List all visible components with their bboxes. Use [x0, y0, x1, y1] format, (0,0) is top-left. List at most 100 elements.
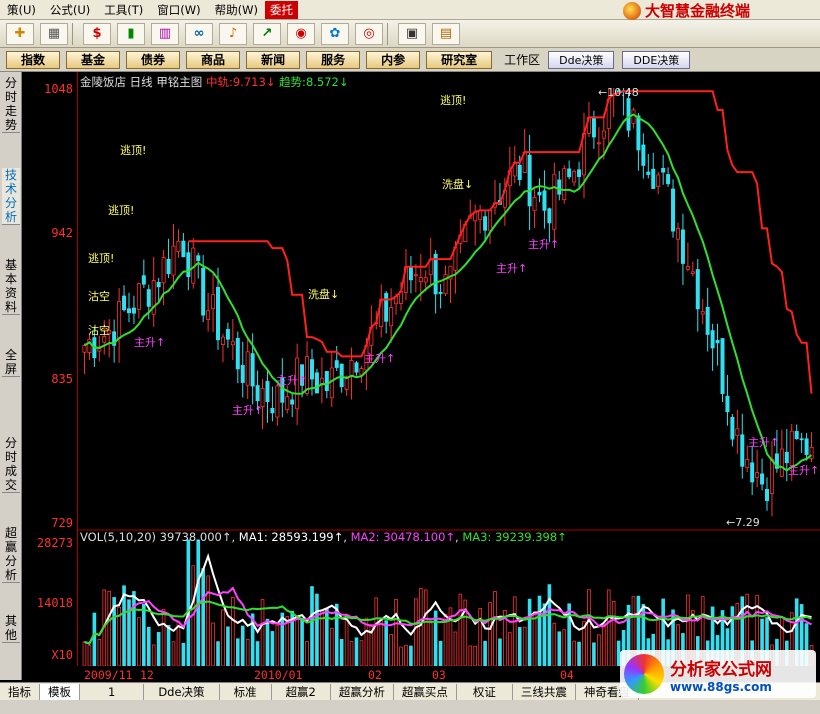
menu-window[interactable]: 窗口(W) [150, 2, 207, 18]
tab-three-line[interactable]: 三线共震 [513, 683, 576, 700]
volume-bar [320, 610, 324, 666]
tab-warrant[interactable]: 权证 [457, 683, 513, 700]
sidebar-tab-trades[interactable]: 分时成交 [2, 436, 20, 493]
tab-dde[interactable]: Dde决策 [144, 683, 220, 700]
sidebar-tab-other[interactable]: 其他 [2, 614, 20, 643]
volume-bar [409, 645, 413, 666]
bars-icon[interactable]: ▮ [117, 22, 145, 45]
menu-delegate[interactable]: 委托 [264, 0, 298, 19]
tab-standard[interactable]: 标准 [220, 683, 272, 700]
books-icon[interactable]: ▤ [432, 22, 460, 45]
window-icon[interactable]: ▣ [398, 22, 426, 45]
candle-body [220, 336, 225, 345]
binoculars-icon[interactable]: ∞ [185, 22, 213, 45]
sidebar-tab-technical[interactable]: 技术分析 [2, 168, 20, 225]
watermark-url: www.88gs.com [670, 679, 772, 694]
candle-body [265, 381, 270, 403]
stripe-icon[interactable]: ▥ [151, 22, 179, 45]
tab-indicator[interactable]: 指标 [0, 683, 40, 700]
candle-body [309, 359, 314, 380]
volume-bar [394, 599, 398, 666]
candle-body [82, 345, 87, 353]
volume-bar [374, 597, 379, 666]
volume-bar [339, 639, 344, 666]
menu-tools[interactable]: 工具(T) [97, 2, 150, 18]
tab-super2[interactable]: 超赢2 [272, 683, 331, 700]
candle-body [789, 430, 794, 466]
sidebar-tab-intraday[interactable]: 分时走势 [2, 76, 20, 133]
volume-bar [498, 638, 502, 666]
candle-body [483, 216, 488, 231]
volume-bar [240, 625, 245, 666]
puzzle-icon[interactable]: ✿ [321, 22, 349, 45]
main-rise-signal: 主升↑ [134, 336, 165, 349]
menu-formula[interactable]: 公式(U) [43, 2, 97, 18]
chart-icon[interactable]: ↗ [253, 22, 281, 45]
volume-bar [132, 591, 136, 666]
tab-super-analysis[interactable]: 超赢分析 [331, 683, 394, 700]
volume-bar [379, 617, 384, 666]
volume-bar [428, 622, 433, 666]
sidebar-tab-fullscreen[interactable]: 全屏 [2, 348, 20, 377]
candle-body [769, 458, 774, 494]
volume-bar [384, 620, 388, 666]
tab-1[interactable]: 1 [80, 683, 145, 700]
sidebar-tab-fundamental[interactable]: 基本资料 [2, 258, 20, 315]
volume-bar [235, 638, 240, 666]
volume-bar [344, 615, 349, 666]
tab-template[interactable]: 模板 [40, 683, 80, 700]
flower-logo-icon [624, 654, 664, 694]
y-axis: 1048 942 835 729 28273 14018 X10 [22, 72, 78, 668]
menu-help[interactable]: 帮助(W) [208, 2, 265, 18]
nav-service[interactable]: 服务 [306, 50, 361, 69]
escape-signal: 逃顶! [88, 252, 114, 265]
candle-body [784, 452, 789, 464]
volume-bar [295, 615, 299, 666]
brand-logo-icon [622, 1, 641, 20]
volume-bar [300, 617, 304, 666]
volume-bar [146, 626, 151, 666]
menu-bar: 策(U) 公式(U) 工具(T) 窗口(W) 帮助(W) 委托 大智慧金融终端 [0, 0, 820, 20]
tab-super-buy[interactable]: 超赢买点 [394, 683, 457, 700]
sidebar-tab-super[interactable]: 超赢分析 [2, 526, 20, 583]
candlestick-chart[interactable]: ←10.48←7.29逃顶!逃顶!逃顶!逃顶!沽空沽空洗盘↓洗盘↓主升↑主升↑主… [78, 72, 820, 666]
volume-bar [562, 629, 567, 666]
candle-body [779, 448, 784, 477]
nav-commodity[interactable]: 商品 [186, 50, 241, 69]
target-icon[interactable]: ◎ [355, 22, 383, 45]
candle-body [176, 240, 181, 253]
volume-bar [483, 640, 487, 666]
workspace-label[interactable]: 工作区 [504, 51, 540, 68]
candle-body [275, 385, 280, 418]
volume-bar [438, 640, 443, 666]
disk-icon[interactable]: ◉ [287, 22, 315, 45]
grid-icon[interactable]: ▦ [40, 22, 68, 45]
candle-body [384, 293, 389, 322]
empty-signal: 沽空 [88, 323, 110, 337]
nav-index[interactable]: 指数 [6, 50, 61, 69]
volume-bar [418, 588, 423, 666]
plus-icon[interactable]: ✚ [6, 22, 34, 45]
menu-strategy[interactable]: 策(U) [0, 2, 43, 18]
volume-bar [468, 645, 473, 666]
dollar-icon[interactable]: $ [83, 22, 111, 45]
empty-signal: 沽空 [88, 289, 110, 303]
wash-signal: 洗盘↓ [308, 287, 339, 301]
nav-research[interactable]: 研究室 [426, 50, 493, 69]
nav-fund[interactable]: 基金 [66, 50, 121, 69]
nav-insider[interactable]: 内参 [366, 50, 421, 69]
nav-bond[interactable]: 债券 [126, 50, 181, 69]
nav-dde-decision[interactable]: Dde决策 [548, 50, 615, 69]
volume-bar [606, 589, 611, 666]
volume-bar [354, 637, 359, 666]
nav-dde-decision-2[interactable]: DDE决策 [622, 50, 691, 69]
vol-ma1: MA1: 28593.199↑ [238, 530, 344, 544]
nav-news[interactable]: 新闻 [246, 50, 301, 69]
candle-body [285, 396, 290, 410]
candle-body [750, 462, 755, 483]
bell-icon[interactable]: ♪ [219, 22, 247, 45]
brand-title: 大智慧金融终端 [622, 0, 750, 21]
candle-body [685, 266, 690, 270]
candle-body [690, 271, 695, 274]
candle-body [695, 269, 700, 310]
